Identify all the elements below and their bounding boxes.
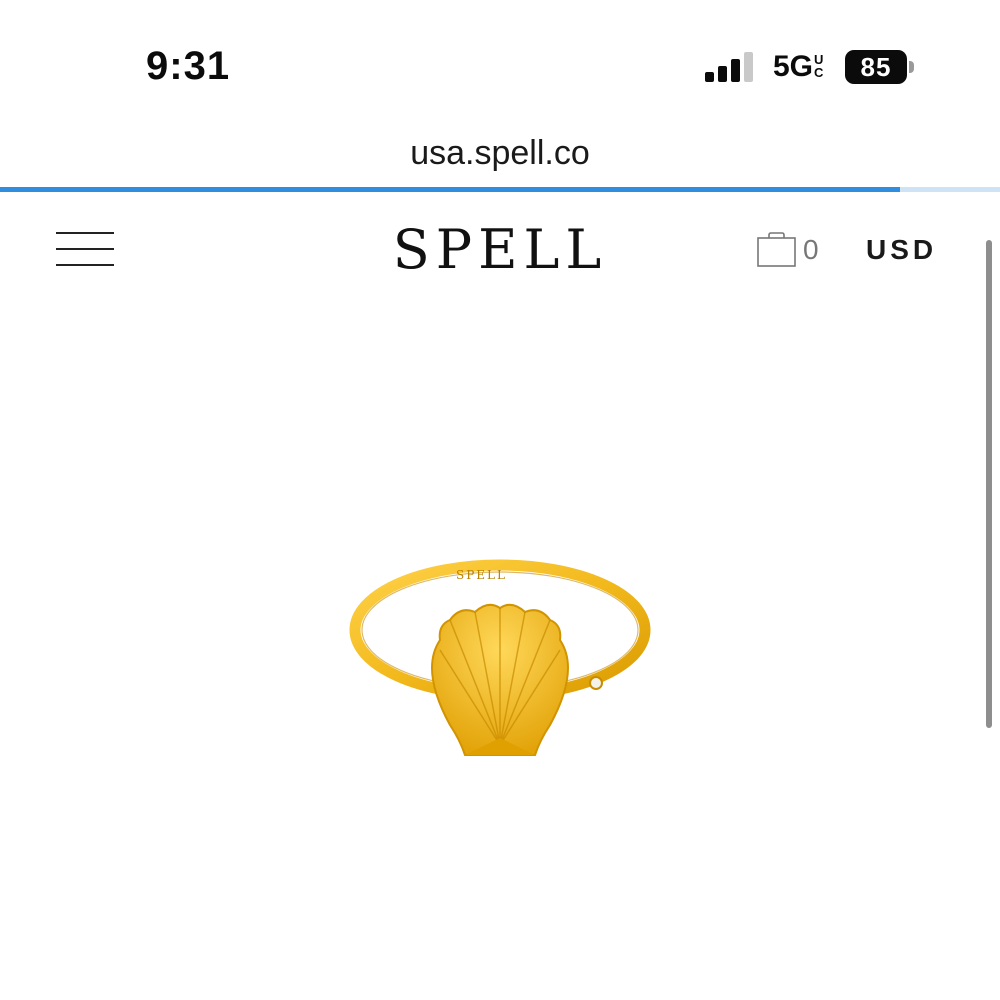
network-label: 5G — [773, 50, 814, 83]
page-load-progress-fill — [0, 187, 900, 192]
address-bar-url[interactable]: usa.spell.co — [0, 134, 1000, 173]
page-load-progress — [0, 187, 1000, 192]
product-image[interactable]: SPELL — [340, 550, 660, 770]
ring-engraving: SPELL — [456, 568, 507, 582]
cart-button[interactable]: 0 — [757, 232, 819, 268]
hamburger-menu-icon[interactable] — [56, 230, 114, 270]
battery-cap — [909, 61, 914, 73]
battery-level: 85 — [860, 51, 892, 82]
currency-selector[interactable]: USD — [866, 234, 937, 266]
signal-strength-icon — [705, 52, 753, 82]
network-suffix: U C — [814, 53, 823, 79]
network-suffix-bottom: C — [814, 65, 824, 80]
status-bar: 9:31 5G U C 85 — [0, 0, 1000, 120]
scrollbar[interactable] — [986, 240, 992, 728]
site-logo[interactable]: SPELL — [370, 218, 630, 281]
network-type: 5G U C — [773, 50, 823, 84]
gem-icon — [589, 676, 603, 690]
battery-icon: 85 — [845, 50, 907, 84]
cart-count: 0 — [803, 234, 819, 265]
shopping-bag-icon — [757, 232, 796, 267]
status-time: 9:31 — [146, 44, 231, 88]
shell-icon — [431, 603, 569, 756]
